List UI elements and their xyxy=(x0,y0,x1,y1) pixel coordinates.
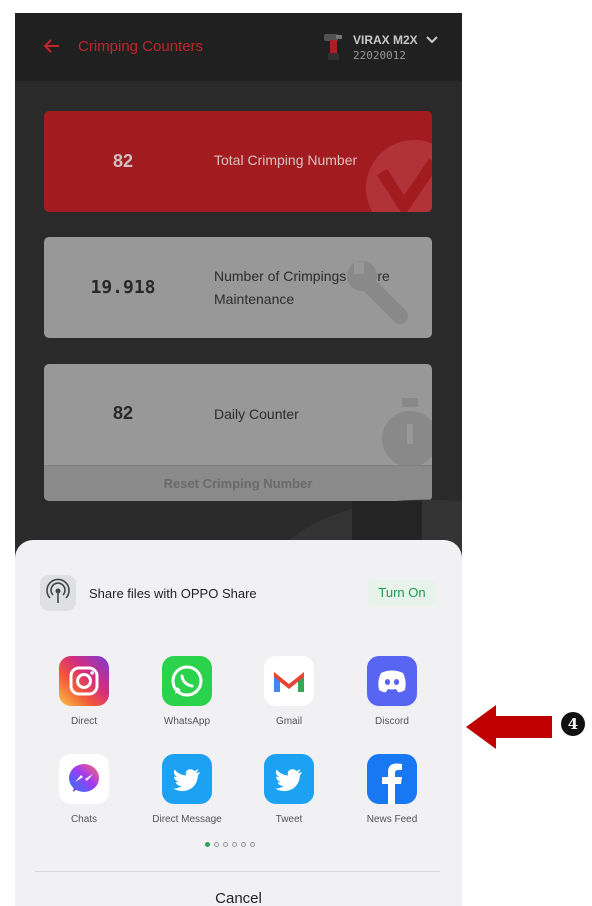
share-app-discord[interactable]: Discord xyxy=(342,656,442,727)
app-label: Gmail xyxy=(275,716,303,727)
page-indicator xyxy=(205,842,259,850)
share-app-direct[interactable]: Direct xyxy=(34,656,134,727)
facebook-icon xyxy=(367,754,417,804)
turn-on-button[interactable]: Turn On xyxy=(368,580,436,605)
page-dot[interactable] xyxy=(205,842,210,847)
app-label: News Feed xyxy=(366,814,418,825)
share-app-chats[interactable]: Chats xyxy=(34,754,134,825)
share-app-news-feed[interactable]: News Feed xyxy=(342,754,442,825)
app-label: Tweet xyxy=(275,814,303,825)
whatsapp-icon xyxy=(162,656,212,706)
annotation-arrow-icon xyxy=(466,705,552,749)
divider xyxy=(35,871,440,872)
twitter-icon xyxy=(162,754,212,804)
app-label: WhatsApp xyxy=(163,716,211,727)
share-app-tweet[interactable]: Tweet xyxy=(239,754,339,825)
share-sheet: Share files with OPPO Share Turn On Dire… xyxy=(15,540,462,906)
page-dot[interactable] xyxy=(241,842,246,847)
cancel-button[interactable]: Cancel xyxy=(15,890,462,906)
app-label: Direct xyxy=(70,716,98,727)
oppo-share-icon xyxy=(40,575,76,611)
gmail-icon xyxy=(264,656,314,706)
phone-screen: Crimping Counters VIRAX M2X 22020012 82 … xyxy=(15,13,462,906)
share-app-gmail[interactable]: Gmail xyxy=(239,656,339,727)
page-dot[interactable] xyxy=(223,842,228,847)
app-label: Direct Message xyxy=(152,814,222,825)
twitter-icon xyxy=(264,754,314,804)
instagram-icon xyxy=(59,656,109,706)
step-number-badge: 4 xyxy=(561,712,585,736)
dim-overlay[interactable] xyxy=(15,13,462,540)
page-dot[interactable] xyxy=(232,842,237,847)
app-label: Discord xyxy=(375,716,409,727)
app-label: Chats xyxy=(70,814,98,825)
messenger-icon xyxy=(59,754,109,804)
page-dot[interactable] xyxy=(214,842,219,847)
oppo-share-text: Share files with OPPO Share xyxy=(89,586,257,601)
discord-icon xyxy=(367,656,417,706)
page-dot[interactable] xyxy=(250,842,255,847)
share-app-direct-message[interactable]: Direct Message xyxy=(137,754,237,825)
share-app-whatsapp[interactable]: WhatsApp xyxy=(137,656,237,727)
